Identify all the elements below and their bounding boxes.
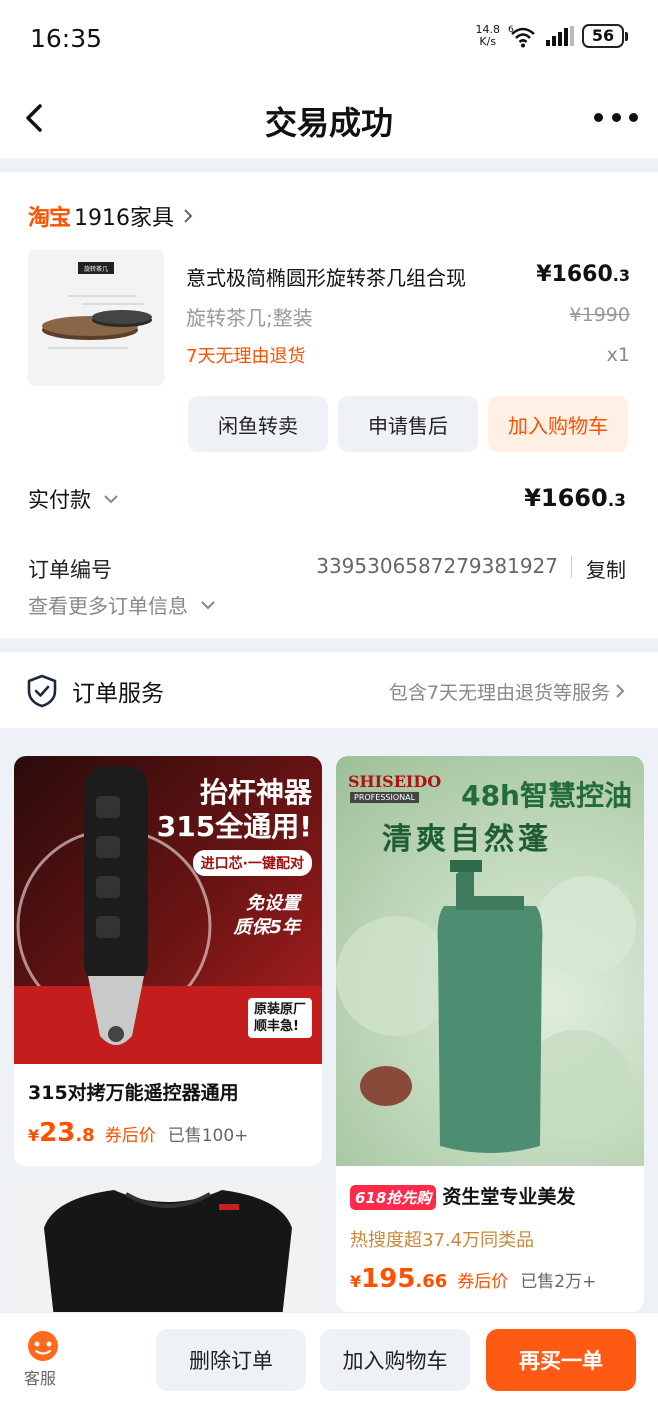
product-card[interactable]: 抬杆神器 315全通用! 进口芯·一键配对 免设置 质保5年 原装原厂 顺丰急!… [14, 756, 322, 1166]
brand-logo: SHISEIDO [348, 772, 442, 791]
nav-bar: 交易成功 [0, 80, 658, 158]
ad-subline: 清爽自然蓬 [382, 822, 552, 857]
more-order-info[interactable]: 查看更多订单信息 [28, 590, 216, 619]
chevron-right-icon [184, 209, 193, 223]
chevron-down-icon [201, 600, 215, 609]
copy-button[interactable]: 复制 [586, 554, 626, 583]
promo-tag: 618抢先购 [350, 1185, 437, 1210]
sold-count: 已售100+ [167, 1126, 249, 1146]
paid-amount-dec: .3 [607, 491, 626, 511]
add-to-cart-button[interactable]: 加入购物车 [320, 1329, 470, 1391]
sold-count: 已售2万+ [520, 1272, 597, 1292]
shield-icon [27, 674, 57, 708]
ad-badge-1: 原装原厂 [253, 1002, 306, 1017]
ad-subline: 免设置 质保5年 [233, 892, 300, 940]
coupon-label: 券后价 [104, 1126, 156, 1146]
add-to-cart-button[interactable]: 加入购物车 [488, 396, 628, 452]
ad-subline-1: 免设置 [246, 893, 300, 914]
price-dec: .8 [75, 1125, 95, 1146]
chevron-right-icon [616, 684, 625, 698]
product-card-title: 315对拷万能遥控器通用 [28, 1082, 239, 1104]
service-desc: 包含7天无理由退货等服务 [388, 682, 610, 704]
service-title: 订单服务 [72, 681, 164, 707]
price-symbol: ¥ [350, 1272, 362, 1291]
paid-amount: ¥1660.3 [524, 484, 626, 512]
product-image [14, 1178, 322, 1318]
after-sale-button[interactable]: 申请售后 [338, 396, 478, 452]
product-price: ¥1660.3 [536, 262, 630, 287]
product-card[interactable] [14, 1178, 322, 1318]
ad-badge-2: 顺丰急! [253, 1019, 299, 1034]
order-number-label: 订单编号 [28, 558, 112, 582]
paid-amount-int: ¥1660 [524, 484, 608, 512]
svg-text:旋转茶几: 旋转茶几 [84, 265, 108, 273]
product-image: SHISEIDO PROFESSIONAL 48h智慧控油 清爽自然蓬 [336, 756, 644, 1166]
status-time: 16:35 [30, 24, 103, 53]
resell-button[interactable]: 闲鱼转卖 [188, 396, 328, 452]
product-card-title: 618抢先购 资生堂专业美发 [350, 1182, 575, 1210]
divider [571, 556, 572, 578]
more-order-info-label: 查看更多订单信息 [28, 594, 188, 618]
product-actions: 闲鱼转卖 申请售后 加入购物车 [188, 396, 628, 452]
rebuy-button[interactable]: 再买一单 [486, 1329, 636, 1391]
price-symbol: ¥ [28, 1126, 40, 1145]
page-title: 交易成功 [264, 104, 393, 142]
original-price: ¥1990 [569, 304, 630, 326]
ad-headline: 48h智慧控油 [461, 779, 632, 812]
brand-sub: PROFESSIONAL [350, 792, 420, 803]
delete-order-button[interactable]: 删除订单 [156, 1329, 306, 1391]
net-speed-unit: K/s [479, 35, 497, 48]
product-title[interactable]: 意式极简椭圆形旋转茶几组合现 [186, 262, 536, 291]
price-int: 23 [39, 1118, 76, 1148]
shop-name: 1916家具 [74, 206, 175, 231]
product-card-title-text: 资生堂专业美发 [442, 1186, 576, 1208]
product-card[interactable]: SHISEIDO PROFESSIONAL 48h智慧控油 清爽自然蓬 618抢… [336, 756, 644, 1312]
status-icons: 14.8 K/s 6 56 [476, 24, 628, 48]
product-image[interactable]: 旋转茶几 [28, 250, 164, 386]
paid-toggle[interactable]: 实付款 [28, 484, 119, 514]
ad-subline-2: 质保5年 [233, 917, 300, 938]
ad-badge: 原装原厂 顺丰急! [247, 998, 312, 1038]
taobao-logo: 淘宝 [28, 206, 71, 231]
order-number: 3395306587279381927 [316, 554, 558, 578]
price-dec: .66 [415, 1271, 448, 1292]
return-policy: 7天无理由退货 [186, 346, 306, 367]
product-image: 抬杆神器 315全通用! 进口芯·一键配对 免设置 质保5年 原装原厂 顺丰急! [14, 756, 322, 1064]
product-card-price: ¥ 195 .66 券后价 已售2万+ [350, 1264, 596, 1294]
order-card: 淘宝 1916家具 旋转茶几 意式极简椭圆形旋转茶几组合现 ¥1660.3 旋转… [0, 172, 658, 638]
ad-headline-line1: 抬杆神器 [199, 776, 312, 809]
ad-headline: 抬杆神器 315全通用! [157, 776, 312, 844]
recommend-feed: 抬杆神器 315全通用! 进口芯·一键配对 免设置 质保5年 原装原厂 顺丰急!… [0, 742, 658, 1318]
customer-service-label: 客服 [24, 1369, 57, 1388]
hot-search-note: 热搜度超37.4万同类品 [350, 1230, 535, 1251]
ad-tag: 进口芯·一键配对 [192, 850, 312, 876]
ad-headline-line2: 315全通用! [156, 810, 312, 843]
product-price-int: ¥1660 [536, 262, 613, 287]
price-int: 195 [361, 1264, 416, 1294]
wifi-icon: 6 [508, 24, 538, 48]
quantity: x1 [606, 344, 630, 366]
product-price-dec: .3 [612, 266, 630, 285]
product-card-price: ¥ 23 .8 券后价 已售100+ [28, 1118, 248, 1148]
battery-level: 56 [582, 24, 624, 48]
paid-label: 实付款 [28, 488, 91, 512]
net-speed: 14.8 K/s [476, 24, 501, 48]
bottom-action-bar: 客服 删除订单 加入购物车 再买一单 [0, 1312, 658, 1416]
more-icon[interactable] [594, 102, 638, 132]
coupon-label: 券后价 [457, 1272, 509, 1292]
product-spec: 旋转茶几;整装 [186, 306, 313, 330]
status-bar: 16:35 14.8 K/s 6 56 [0, 0, 658, 80]
battery-icon: 56 [582, 24, 628, 48]
signal-icon [546, 26, 574, 46]
order-service-row[interactable]: 订单服务 包含7天无理由退货等服务 [0, 652, 658, 728]
customer-service-icon [28, 1331, 58, 1361]
shop-link[interactable]: 淘宝 1916家具 [28, 200, 194, 232]
chevron-down-icon [104, 495, 118, 504]
